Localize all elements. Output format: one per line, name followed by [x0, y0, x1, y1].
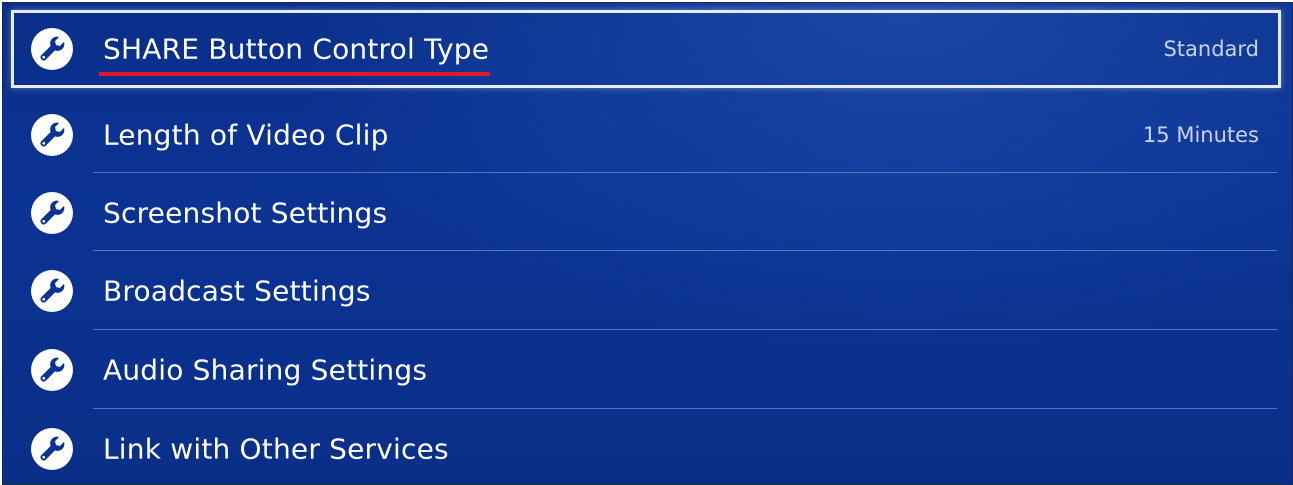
menu-item-label: SHARE Button Control Type — [103, 32, 490, 66]
menu-item-value: 15 Minutes — [1142, 123, 1259, 147]
menu-item-audio-sharing-settings[interactable]: Audio Sharing Settings — [11, 331, 1281, 409]
wrench-icon — [31, 428, 73, 470]
menu-item-value: Standard — [1163, 37, 1259, 61]
menu-item-label: Audio Sharing Settings — [103, 353, 428, 387]
row-divider — [93, 172, 1277, 173]
wrench-icon — [31, 192, 73, 234]
menu-item-label: Length of Video Clip — [103, 118, 389, 152]
wrench-icon — [31, 28, 73, 70]
row-divider — [93, 329, 1277, 330]
row-divider — [93, 250, 1277, 251]
menu-item-screenshot-settings[interactable]: Screenshot Settings — [11, 174, 1281, 252]
wrench-icon — [31, 114, 73, 156]
menu-item-label: Screenshot Settings — [103, 196, 388, 230]
menu-item-label: Broadcast Settings — [103, 274, 371, 308]
menu-item-length-of-video-clip[interactable]: Length of Video Clip 15 Minutes — [11, 96, 1281, 174]
red-underline-annotation — [99, 72, 490, 76]
settings-screen: SHARE Button Control Type Standard Lengt… — [2, 2, 1293, 485]
menu-item-link-with-other-services[interactable]: Link with Other Services — [11, 410, 1281, 484]
wrench-icon — [31, 270, 73, 312]
menu-item-share-button-control-type[interactable]: SHARE Button Control Type Standard — [11, 10, 1281, 88]
row-divider — [93, 408, 1277, 409]
wrench-icon — [31, 349, 73, 391]
menu-item-label: Link with Other Services — [103, 432, 449, 466]
menu-item-broadcast-settings[interactable]: Broadcast Settings — [11, 252, 1281, 330]
